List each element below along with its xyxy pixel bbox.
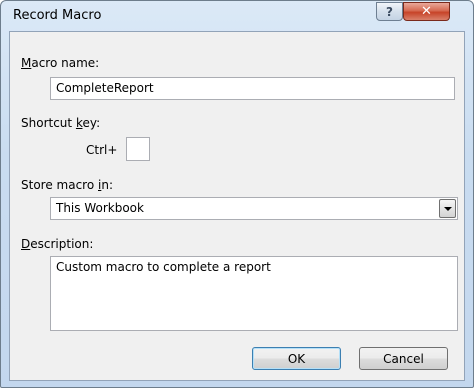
close-icon: ✕ [421, 4, 432, 19]
store-macro-in-value: This Workbook [56, 201, 144, 215]
shortcut-key-label-pre: Shortcut [21, 116, 76, 130]
description-label: Description: [21, 237, 93, 251]
shortcut-key-label-post: ey: [82, 116, 101, 130]
ctrl-prefix-label: Ctrl+ [86, 143, 118, 157]
dropdown-button[interactable] [439, 199, 456, 218]
store-in-label-post: n: [101, 178, 113, 192]
shortcut-key-label: Shortcut key: [21, 116, 100, 130]
dialog-title: Record Macro [13, 8, 102, 23]
close-button[interactable]: ✕ [403, 2, 450, 21]
title-bar[interactable]: Record Macro ? ✕ [1, 1, 473, 31]
store-in-label-pre: Store macro [21, 178, 98, 192]
dialog-body: Macro name: CompleteReport Shortcut key:… [9, 31, 465, 381]
description-access-key: D [21, 237, 31, 251]
help-icon: ? [386, 4, 393, 19]
macro-name-access-key: M [21, 56, 32, 70]
help-button[interactable]: ? [376, 2, 403, 21]
macro-name-label-text: acro name: [31, 56, 100, 70]
ok-button[interactable]: OK [252, 347, 341, 370]
macro-name-label: Macro name: [21, 56, 99, 70]
store-macro-in-label: Store macro in: [21, 178, 113, 192]
cancel-button[interactable]: Cancel [359, 347, 448, 370]
store-macro-in-select[interactable]: This Workbook [50, 197, 458, 220]
shortcut-key-input[interactable] [126, 137, 150, 161]
description-label-text: escription: [30, 237, 94, 251]
macro-name-input[interactable]: CompleteReport [50, 77, 455, 100]
record-macro-dialog: Record Macro ? ✕ Macro name: CompleteRep… [0, 0, 474, 388]
chevron-down-icon [443, 206, 452, 211]
description-textarea[interactable]: Custom macro to complete a report [50, 256, 458, 331]
